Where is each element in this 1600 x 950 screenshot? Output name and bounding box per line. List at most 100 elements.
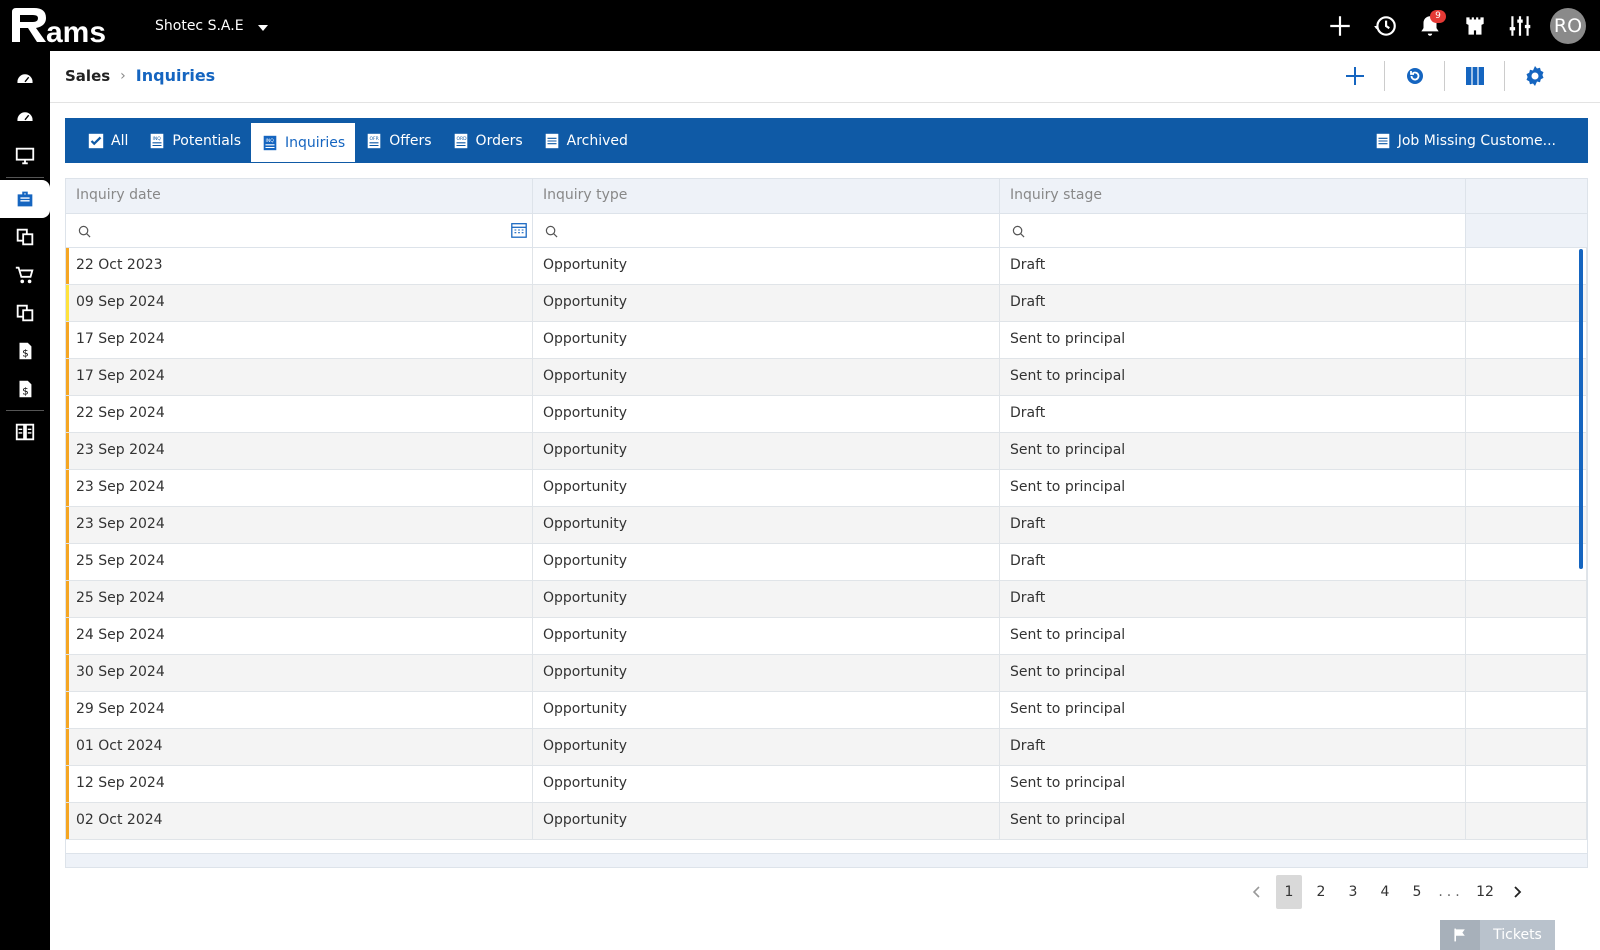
table-row[interactable]: 30 Sep 2024 Opportunity Sent to principal (66, 655, 1587, 692)
table-row[interactable]: 22 Sep 2024 Opportunity Draft (66, 396, 1587, 433)
tab-offers[interactable]: OFR Offers (355, 121, 441, 161)
doc-ord-icon: ORD (454, 133, 467, 149)
tab-inquiries[interactable]: INQ Inquiries (251, 123, 356, 162)
page-4-button[interactable]: 4 (1372, 875, 1398, 909)
next-page-button[interactable] (1504, 875, 1530, 909)
sidebar-divider (6, 177, 44, 178)
svg-text:ORD: ORD (456, 136, 467, 142)
cell-inquiry-stage: Sent to principal (1000, 655, 1466, 691)
row-status-marker (66, 618, 69, 654)
columns-button[interactable] (1445, 61, 1505, 91)
table-row[interactable]: 12 Sep 2024 Opportunity Sent to principal (66, 766, 1587, 803)
documents-icon (16, 304, 34, 322)
refresh-button[interactable] (1385, 61, 1445, 91)
company-selector[interactable]: Shotec S.A.E (155, 18, 268, 34)
cell-empty (1466, 729, 1587, 765)
cell-inquiry-date: 29 Sep 2024 (66, 692, 533, 728)
page-12-button[interactable]: 12 (1472, 875, 1498, 909)
cell-inquiry-date: 02 Oct 2024 (66, 803, 533, 839)
table-row[interactable]: 22 Oct 2023 Opportunity Draft (66, 248, 1587, 285)
table-row[interactable]: 23 Sep 2024 Opportunity Draft (66, 507, 1587, 544)
tab-job-missing-customer-label: Job Missing Custome... (1397, 133, 1556, 149)
tab-archived-label: Archived (566, 133, 628, 149)
row-status-marker (66, 248, 69, 284)
doc-icon (545, 133, 558, 149)
cell-empty (1466, 618, 1587, 654)
column-header-inquiry-type[interactable]: Inquiry type (533, 179, 1000, 213)
documents-icon (16, 228, 34, 246)
svg-text:INQ: INQ (153, 136, 162, 142)
sidebar-item-documents-2[interactable] (0, 294, 50, 332)
sidebar-item-invoices-2[interactable]: $ (0, 370, 50, 408)
svg-text:$: $ (22, 349, 28, 360)
cell-inquiry-date: 30 Sep 2024 (66, 655, 533, 691)
breadcrumb-sales[interactable]: Sales (65, 67, 110, 85)
page-1-button[interactable]: 1 (1276, 875, 1302, 909)
table-row[interactable]: 17 Sep 2024 Opportunity Sent to principal (66, 322, 1587, 359)
cell-inquiry-date: 23 Sep 2024 (66, 433, 533, 469)
table-row[interactable]: 02 Oct 2024 Opportunity Sent to principal (66, 803, 1587, 840)
table-row[interactable]: 23 Sep 2024 Opportunity Sent to principal (66, 470, 1587, 507)
sidebar-item-dashboard[interactable] (0, 61, 50, 99)
row-status-marker (66, 581, 69, 617)
tab-all[interactable]: All (77, 121, 138, 161)
row-status-marker (66, 470, 69, 506)
page-3-button[interactable]: 3 (1340, 875, 1366, 909)
sidebar-item-reports[interactable] (0, 413, 50, 451)
sidebar-item-purchases[interactable] (0, 256, 50, 294)
cart-icon (15, 266, 34, 284)
table-row[interactable]: 09 Sep 2024 Opportunity Draft (66, 285, 1587, 322)
sidebar-item-sales[interactable] (0, 180, 50, 218)
tickets-button[interactable]: Tickets (1440, 920, 1555, 950)
cell-inquiry-type: Opportunity (533, 359, 1000, 395)
search-icon (78, 225, 91, 238)
vertical-scrollbar[interactable] (1579, 249, 1583, 569)
sidebar-item-invoices[interactable]: $ (0, 332, 50, 370)
cell-empty (1466, 581, 1587, 617)
sidebar-item-documents[interactable] (0, 218, 50, 256)
table-row[interactable]: 17 Sep 2024 Opportunity Sent to principal (66, 359, 1587, 396)
sidebar-item-dashboard-2[interactable] (0, 99, 50, 137)
cell-empty (1466, 692, 1587, 728)
castle-button[interactable] (1452, 0, 1497, 51)
table-row[interactable]: 25 Sep 2024 Opportunity Draft (66, 581, 1587, 618)
settings-sliders-button[interactable] (1497, 0, 1542, 51)
filter-inquiry-type-input[interactable] (536, 216, 996, 244)
page-2-button[interactable]: 2 (1308, 875, 1334, 909)
filter-inquiry-date-input[interactable] (69, 216, 529, 244)
cell-empty (1466, 396, 1587, 432)
tab-orders[interactable]: ORD Orders (442, 121, 533, 161)
svg-text:OFR: OFR (370, 136, 379, 142)
search-icon (545, 225, 558, 238)
tab-orders-label: Orders (475, 133, 523, 149)
cell-inquiry-type: Opportunity (533, 248, 1000, 284)
table-row[interactable]: 24 Sep 2024 Opportunity Sent to principal (66, 618, 1587, 655)
history-button[interactable] (1362, 0, 1407, 51)
calendar-icon[interactable] (510, 221, 528, 239)
tab-archived[interactable]: Archived (533, 121, 638, 161)
filter-inquiry-stage (1000, 214, 1466, 247)
tab-job-missing-customer[interactable]: Job Missing Custome... (1364, 121, 1566, 161)
table-row[interactable]: 23 Sep 2024 Opportunity Sent to principal (66, 433, 1587, 470)
page-5-button[interactable]: 5 (1404, 875, 1430, 909)
filter-inquiry-stage-input[interactable] (1003, 216, 1462, 244)
column-header-inquiry-date[interactable]: Inquiry date (66, 179, 533, 213)
notifications-button[interactable]: 9 (1407, 0, 1452, 51)
table-row[interactable]: 29 Sep 2024 Opportunity Sent to principal (66, 692, 1587, 729)
pagination: 1 2 3 4 5 ... 12 (1244, 875, 1530, 909)
sidebar-item-monitor[interactable] (0, 137, 50, 175)
cell-inquiry-stage: Sent to principal (1000, 470, 1466, 506)
rams-logo[interactable]: ams (10, 6, 130, 46)
add-button[interactable] (1317, 0, 1362, 51)
new-inquiry-button[interactable] (1325, 61, 1385, 91)
tab-potentials[interactable]: INQ Potentials (138, 121, 251, 161)
table-row[interactable]: 25 Sep 2024 Opportunity Draft (66, 544, 1587, 581)
settings-button[interactable] (1505, 61, 1565, 91)
user-avatar[interactable]: RO (1550, 7, 1586, 44)
cell-inquiry-type: Opportunity (533, 322, 1000, 358)
table-row[interactable]: 01 Oct 2024 Opportunity Draft (66, 729, 1587, 766)
view-tabs: All INQ Potentials INQ Inquiries OFR Off… (65, 118, 1588, 163)
cell-inquiry-date: 17 Sep 2024 (66, 322, 533, 358)
column-header-inquiry-stage[interactable]: Inquiry stage (1000, 179, 1466, 213)
prev-page-button[interactable] (1244, 875, 1270, 909)
